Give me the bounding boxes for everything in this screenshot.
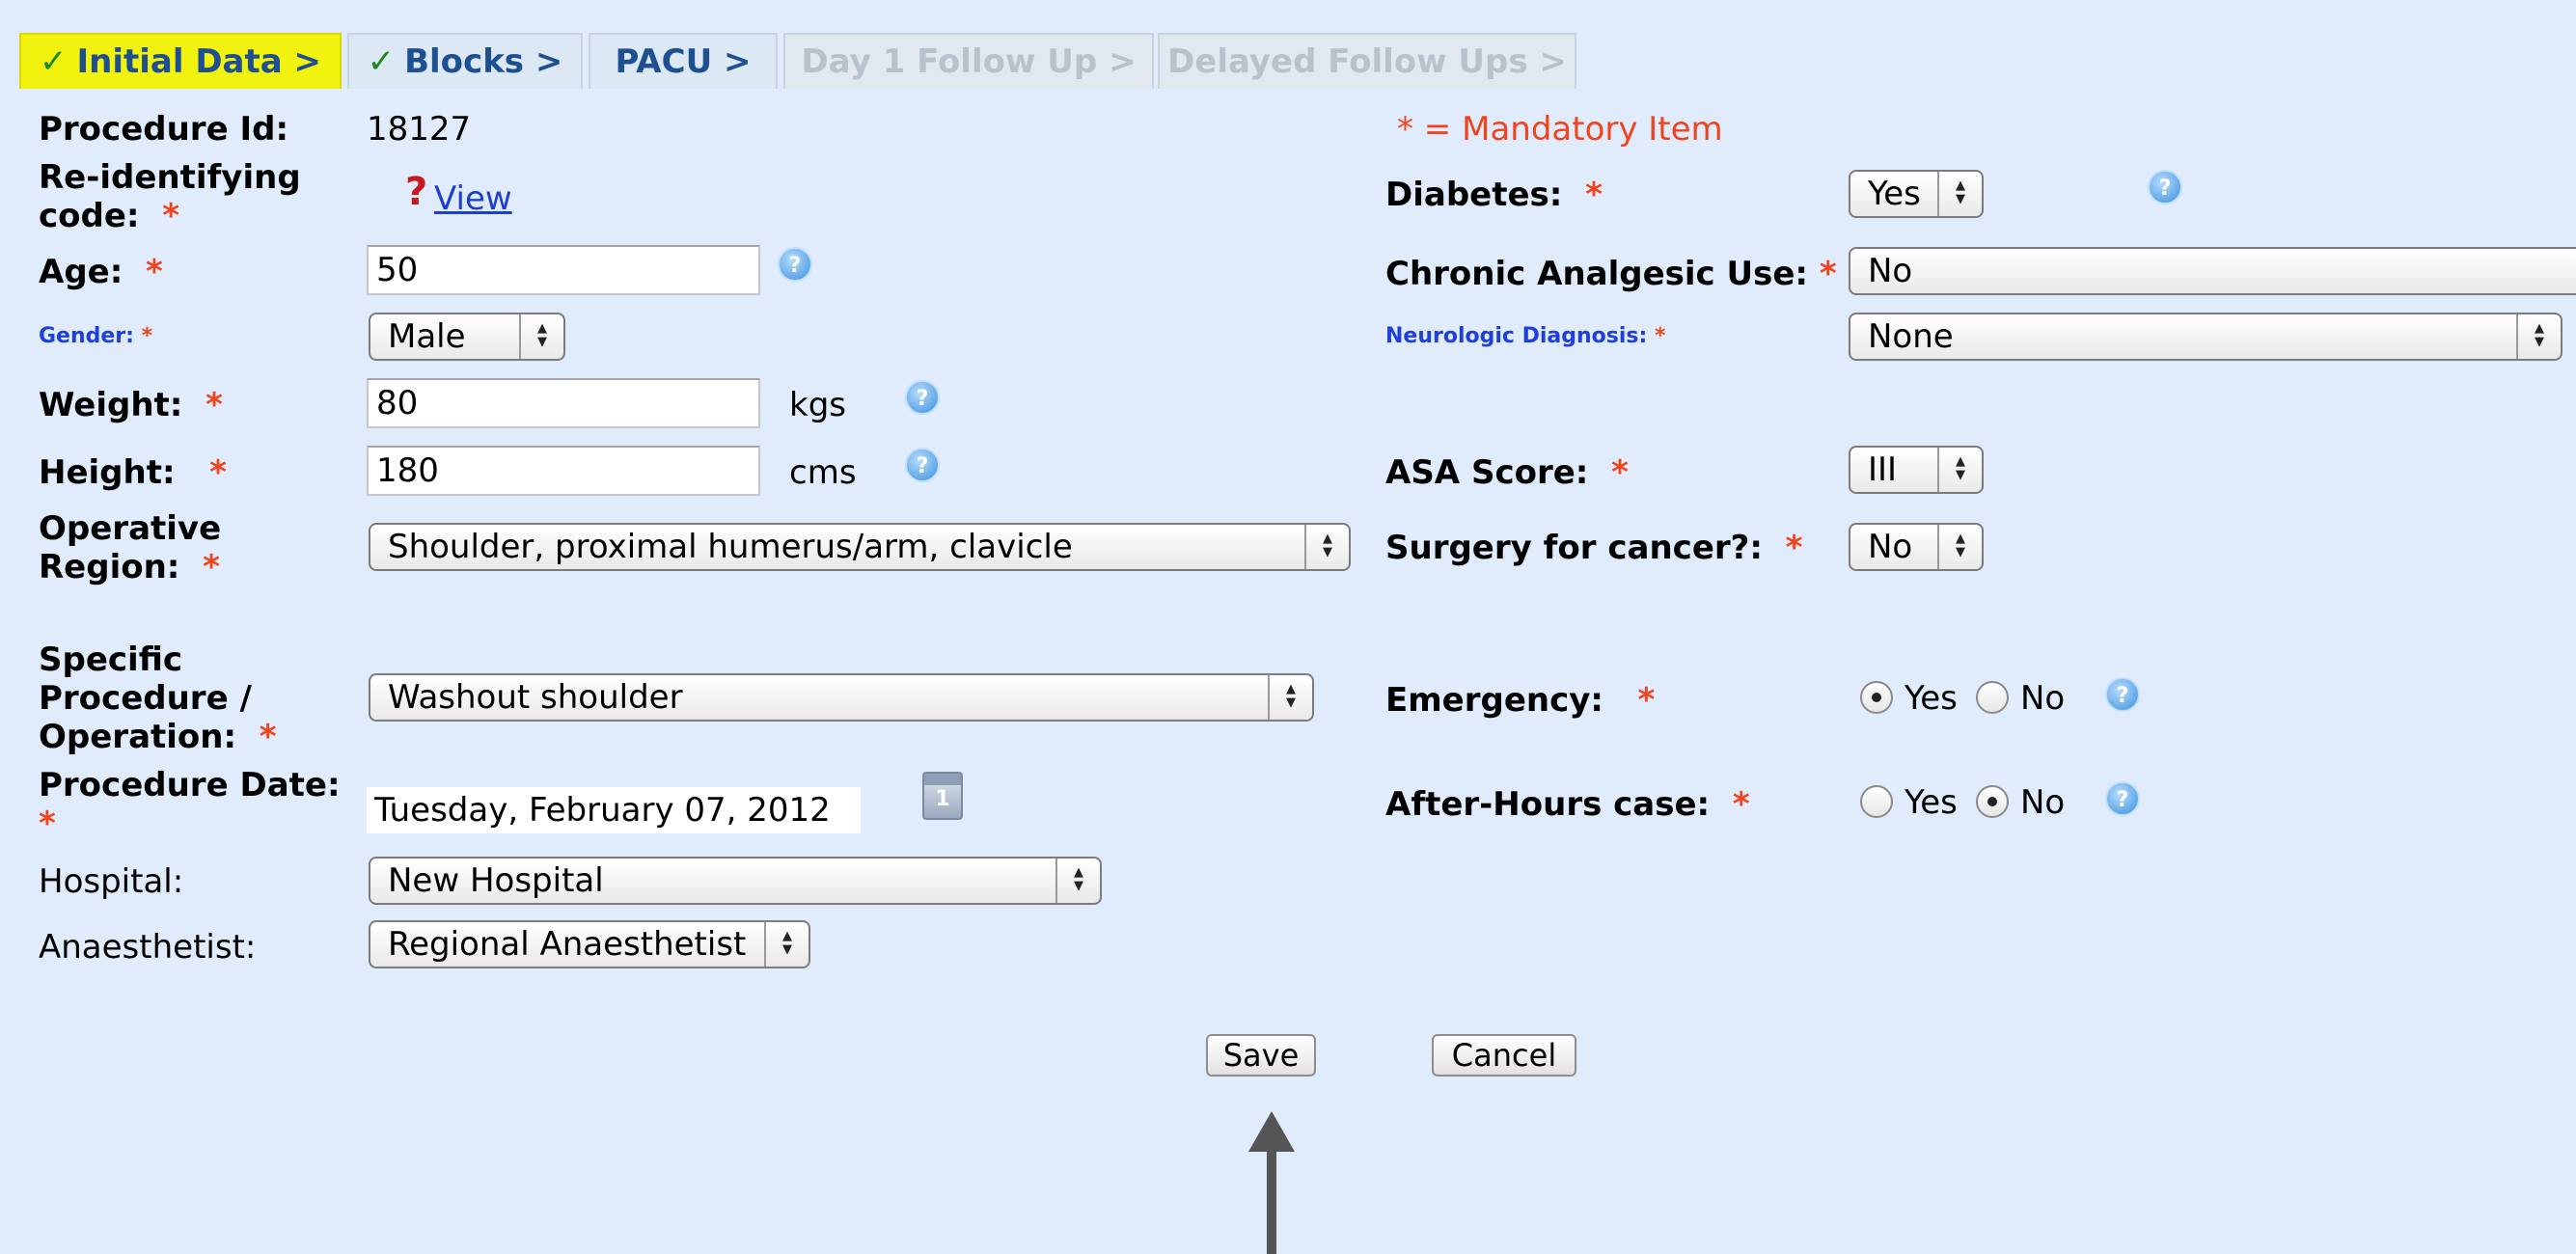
operative-region-select[interactable]: Shoulder, proximal humerus/arm, clavicle…: [369, 523, 1351, 571]
chevron-updown-icon: ▲ ▼: [1055, 859, 1100, 903]
chevron-updown-icon: ▲ ▼: [519, 314, 563, 359]
tab-pacu[interactable]: PACU >: [589, 33, 778, 89]
weight-unit: kgs: [789, 386, 846, 424]
age-input[interactable]: 50: [367, 245, 760, 295]
help-icon[interactable]: ?: [2105, 677, 2140, 712]
procedure-date-label: Procedure Date: *: [39, 766, 341, 843]
chevron-updown-icon: ▲ ▼: [764, 922, 808, 967]
tab-label: PACU >: [615, 42, 752, 81]
emergency-yes-radio[interactable]: [1860, 681, 1893, 714]
surgery-cancer-select[interactable]: No ▲ ▼: [1849, 523, 1984, 571]
hospital-label: Hospital:: [39, 862, 184, 901]
emergency-no-label: No: [2020, 679, 2066, 718]
after-hours-yes-radio[interactable]: [1860, 785, 1893, 818]
anaesthetist-label: Anaesthetist:: [39, 928, 257, 967]
after-hours-no-radio[interactable]: [1976, 785, 2009, 818]
weight-label: Weight: *: [39, 386, 223, 424]
diabetes-select[interactable]: Yes ▲ ▼: [1849, 170, 1984, 218]
hospital-select[interactable]: New Hospital ▲ ▼: [369, 857, 1102, 905]
save-button[interactable]: Save: [1206, 1034, 1316, 1077]
help-icon[interactable]: ?: [2148, 170, 2182, 204]
anaesthetist-select[interactable]: Regional Anaesthetist ▲ ▼: [369, 920, 810, 968]
emergency-label: Emergency: *: [1385, 681, 1656, 720]
asa-score-label: ASA Score: *: [1385, 453, 1629, 492]
calendar-icon[interactable]: 1: [922, 772, 963, 820]
tab-label: Blocks >: [404, 42, 563, 81]
tab-blocks[interactable]: ✓ Blocks >: [347, 33, 583, 89]
neurologic-diagnosis-select[interactable]: None ▲ ▼: [1849, 313, 2562, 361]
tab-initial-data[interactable]: ✓ Initial Data >: [19, 33, 342, 89]
chevron-updown-icon: ▲ ▼: [1937, 525, 1982, 569]
specific-procedure-select[interactable]: Washout shoulder ▲ ▼: [369, 673, 1314, 722]
weight-input[interactable]: 80: [367, 378, 760, 428]
cancel-button[interactable]: Cancel: [1432, 1034, 1576, 1077]
annotation-arrow-shaft: [1267, 1150, 1276, 1254]
chevron-updown-icon: ▲ ▼: [1937, 448, 1982, 492]
height-label: Height: *: [39, 453, 227, 492]
procedure-id-value: 18127: [367, 110, 472, 149]
checkmark-icon: ✓: [39, 42, 68, 81]
operative-region-label: Operative Region: *: [39, 509, 222, 586]
chevron-updown-icon: ▲ ▼: [2516, 314, 2561, 359]
diabetes-label: Diabetes: *: [1385, 176, 1603, 214]
emergency-no-radio[interactable]: [1976, 681, 2009, 714]
annotation-arrow-head: [1248, 1111, 1295, 1152]
chronic-analgesic-select[interactable]: No: [1849, 247, 2576, 295]
help-icon[interactable]: ?: [905, 448, 940, 482]
view-link[interactable]: View: [434, 179, 512, 218]
asa-score-select[interactable]: III ▲ ▼: [1849, 446, 1984, 494]
age-label: Age: *: [39, 253, 163, 291]
tab-label: Day 1 Follow Up >: [801, 42, 1137, 81]
after-hours-label: After-Hours case: *: [1385, 785, 1750, 824]
gender-select[interactable]: Male ▲ ▼: [369, 313, 565, 361]
chevron-updown-icon: ▲ ▼: [1268, 675, 1312, 720]
tab-delayed-follow-ups: Delayed Follow Ups >: [1158, 33, 1576, 89]
height-unit: cms: [789, 453, 857, 492]
chevron-updown-icon: ▲ ▼: [1937, 172, 1982, 216]
specific-procedure-label: Specific Procedure / Operation: *: [39, 641, 277, 756]
after-hours-no-label: No: [2020, 783, 2066, 822]
tab-bar: ✓ Initial Data > ✓ Blocks > PACU > Day 1…: [0, 0, 2576, 89]
help-icon[interactable]: ?: [905, 380, 940, 415]
help-icon[interactable]: ?: [2105, 781, 2140, 816]
tab-day1-follow-up: Day 1 Follow Up >: [783, 33, 1154, 89]
tab-label: Initial Data >: [76, 42, 322, 81]
tab-label: Delayed Follow Ups >: [1167, 42, 1567, 81]
mandatory-note: * = Mandatory Item: [1397, 110, 1723, 149]
help-icon[interactable]: ?: [778, 247, 812, 282]
procedure-date-input[interactable]: Tuesday, February 07, 2012: [365, 785, 863, 835]
height-input[interactable]: 180: [367, 446, 760, 496]
after-hours-yes-label: Yes: [1905, 783, 1958, 822]
question-mark-icon: ?: [405, 170, 428, 214]
chronic-analgesic-label: Chronic Analgesic Use: *: [1385, 255, 1837, 293]
neurologic-diagnosis-label: Neurologic Diagnosis: *: [1385, 324, 1666, 348]
reidentifying-code-label: Re-identifying code: *: [39, 158, 301, 235]
checkmark-icon: ✓: [367, 42, 396, 81]
gender-label: Gender: *: [39, 324, 153, 348]
surgery-cancer-label: Surgery for cancer?: *: [1385, 529, 1803, 567]
emergency-yes-label: Yes: [1905, 679, 1958, 718]
chevron-updown-icon: ▲ ▼: [1304, 525, 1349, 569]
procedure-id-label: Procedure Id:: [39, 110, 289, 149]
